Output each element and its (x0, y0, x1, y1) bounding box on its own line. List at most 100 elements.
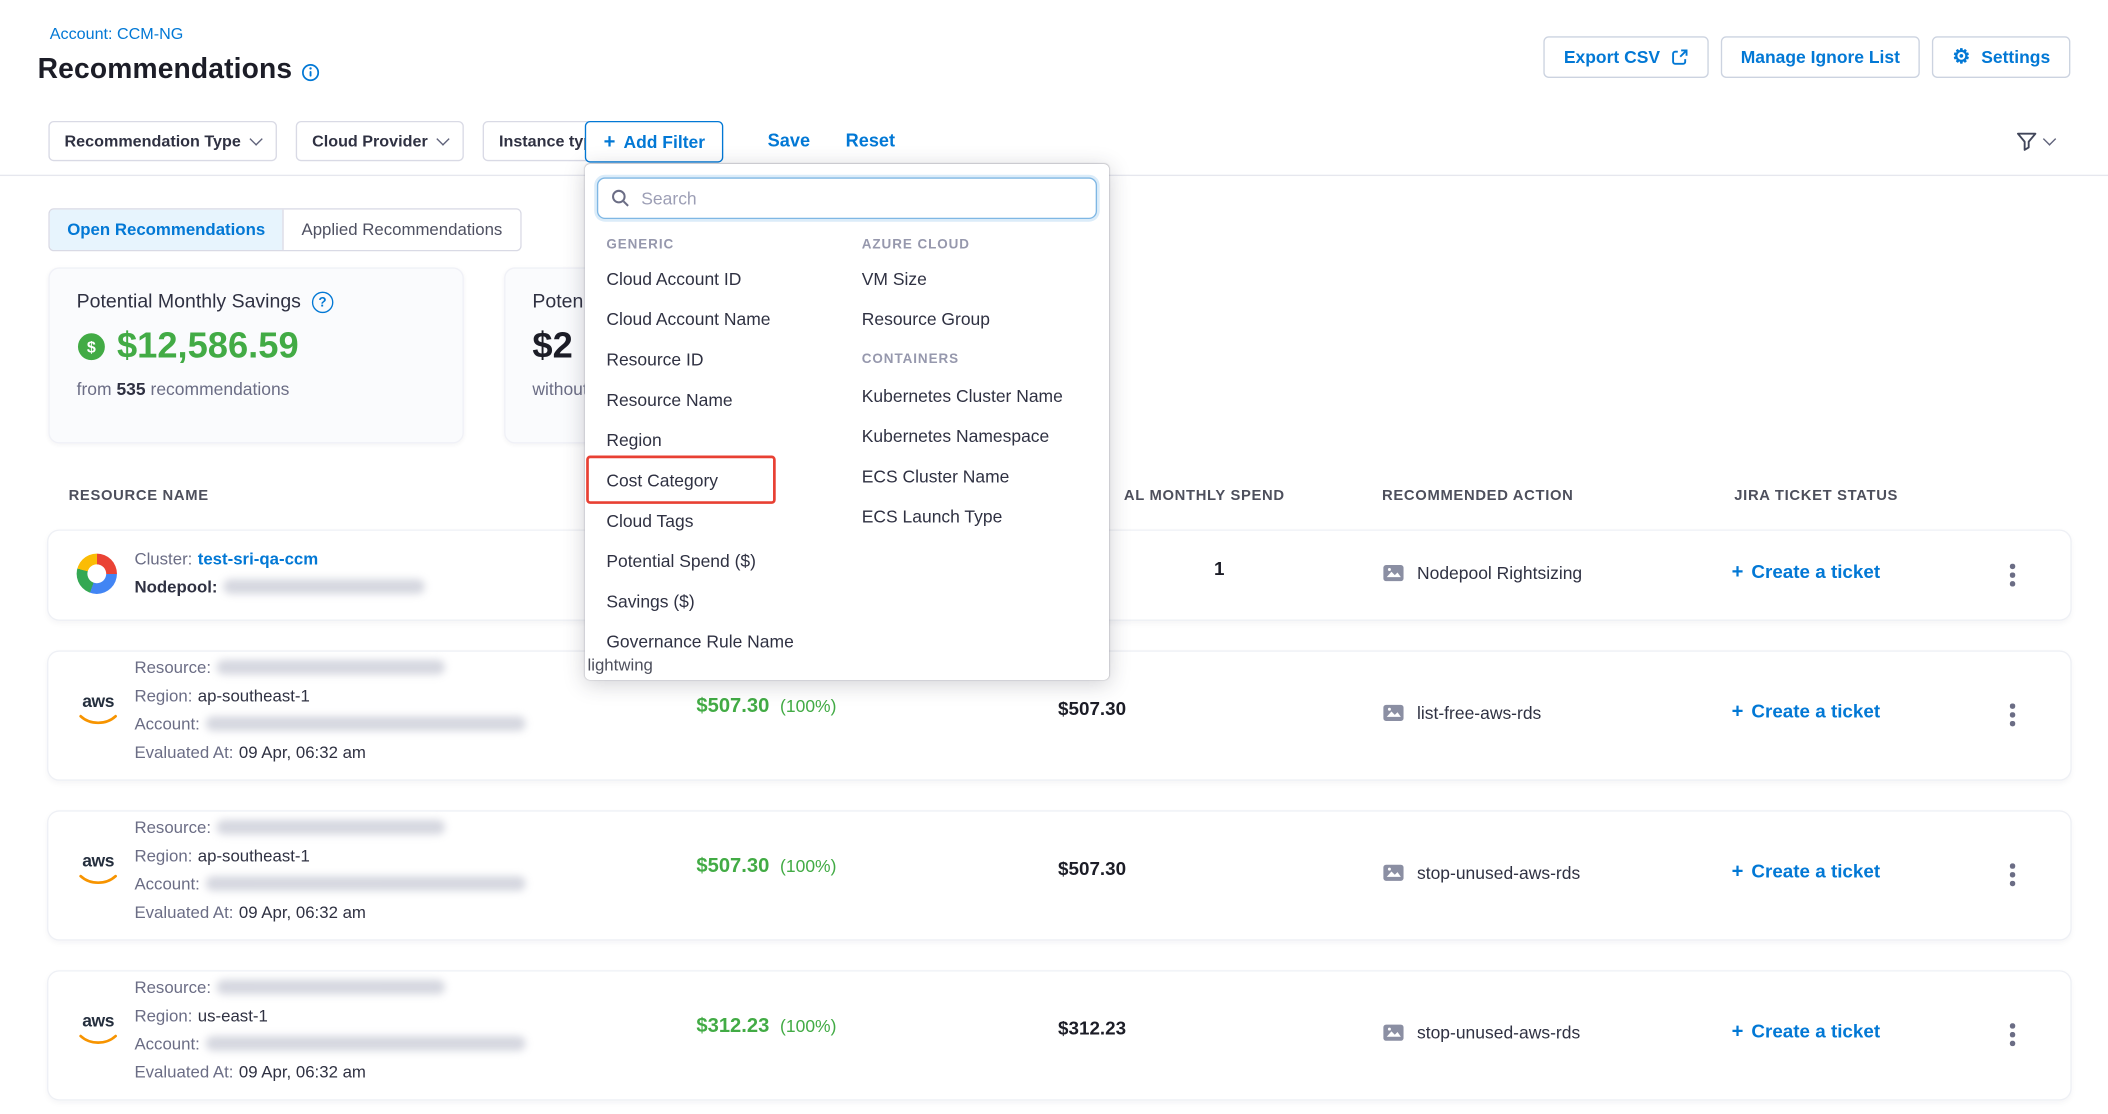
savings-value: $312.23 (696, 1015, 769, 1038)
filter-option[interactable]: Savings ($) (606, 581, 861, 621)
action-cell: Nodepool Rightsizing (1382, 563, 1582, 583)
create-ticket-button[interactable]: + Create a ticket (1732, 700, 1881, 722)
chevron-down-icon (250, 132, 263, 145)
savings-value: $12,586.59 (117, 325, 299, 367)
filter-option[interactable]: Resource Name (606, 379, 861, 419)
chip-label: Recommendation Type (65, 132, 241, 151)
col-header-jira-ticket-status: JIRA TICKET STATUS (1734, 488, 1898, 504)
savings-value: $507.30 (696, 695, 769, 718)
page-title-row: Recommendations (38, 54, 321, 86)
create-ticket-button[interactable]: + Create a ticket (1732, 1020, 1881, 1042)
filter-option[interactable]: ECS Cluster Name (862, 456, 1109, 496)
filter-option[interactable]: VM Size (862, 258, 1109, 298)
tab-applied-recommendations[interactable]: Applied Recommendations (283, 210, 520, 250)
redacted-value (216, 980, 445, 995)
action-cell: stop-unused-aws-rds (1382, 863, 1580, 883)
export-csv-label: Export CSV (1564, 47, 1660, 67)
table-row[interactable]: aws Resource: Region:us-east-1 Account: … (48, 972, 2070, 1100)
header-actions: Export CSV Manage Ignore List ⚙ Settings (1544, 36, 2071, 78)
row-menu-button[interactable] (1995, 697, 2030, 732)
create-ticket-label: Create a ticket (1751, 700, 1880, 722)
action-cell: stop-unused-aws-rds (1382, 1023, 1580, 1043)
aws-icon: aws (75, 1013, 121, 1052)
plus-icon: + (1732, 561, 1744, 581)
row-menu-button[interactable] (1995, 558, 2030, 593)
savings-percent: (100%) (780, 696, 836, 716)
manage-ignore-list-button[interactable]: Manage Ignore List (1721, 36, 1921, 78)
gear-icon: ⚙ (1952, 47, 1970, 67)
add-filter-label: Add Filter (623, 132, 705, 152)
filter-option[interactable]: Kubernetes Cluster Name (862, 375, 1109, 415)
row-menu-button[interactable] (1995, 857, 2030, 892)
spend-cell: $507.30 (1058, 697, 1126, 719)
question-icon[interactable]: ? (312, 292, 334, 314)
add-filter-button[interactable]: + Add Filter (585, 121, 724, 163)
info-icon[interactable] (302, 62, 321, 81)
svg-text:$: $ (87, 338, 96, 356)
action-label: list-free-aws-rds (1417, 703, 1541, 723)
account-label: Account: (134, 715, 199, 734)
redacted-value (205, 876, 525, 891)
spend-cell: 1 (1214, 558, 1224, 580)
save-filter-button[interactable]: Save (768, 130, 810, 150)
filter-search-input[interactable] (597, 177, 1097, 219)
recommendations-tabbar: Open Recommendations Applied Recommendat… (48, 208, 521, 251)
create-ticket-button[interactable]: + Create a ticket (1732, 560, 1881, 582)
manage-ignore-list-label: Manage Ignore List (1741, 47, 1900, 67)
filter-option[interactable]: ECS Launch Type (862, 496, 1109, 536)
evaluated-at-label: Evaluated At: (134, 1063, 233, 1082)
account-label: Account: (134, 875, 199, 894)
filter-option[interactable]: Resource Group (862, 298, 1109, 338)
recommendation-action-icon (1382, 863, 1405, 883)
redacted-value (223, 579, 425, 594)
redacted-value (205, 716, 525, 731)
cloud-provider-filter-chip[interactable]: Cloud Provider (296, 121, 464, 161)
spend-value-fragment: $2 (532, 325, 572, 367)
reset-filter-button[interactable]: Reset (846, 130, 895, 150)
filter-option[interactable]: Resource ID (606, 339, 861, 379)
action-cell: list-free-aws-rds (1382, 703, 1541, 723)
create-ticket-button[interactable]: + Create a ticket (1732, 860, 1881, 882)
external-link-icon (1671, 48, 1688, 65)
filter-option[interactable]: Potential Spend ($) (606, 540, 861, 580)
evaluated-at-value: 09 Apr, 06:32 am (239, 903, 366, 922)
settings-button[interactable]: ⚙ Settings (1932, 36, 2070, 78)
cluster-name-link[interactable]: test-sri-qa-ccm (198, 550, 318, 569)
savings-value: $507.30 (696, 855, 769, 878)
filter-option[interactable]: Cloud Account ID (606, 258, 861, 298)
filter-option-cost-category[interactable]: Cost Category (606, 460, 861, 500)
filter-option[interactable]: Cloud Tags (606, 500, 861, 540)
resource-label: Resource: (134, 818, 211, 837)
savings-subtext: from 535 recommendations (77, 379, 436, 399)
filter-option[interactable]: Kubernetes Namespace (862, 415, 1109, 455)
plus-icon: + (1732, 701, 1744, 721)
filter-option[interactable]: Region (606, 419, 861, 459)
action-label: Nodepool Rightsizing (1417, 563, 1582, 583)
plus-icon: + (1732, 861, 1744, 881)
recommendation-type-filter-chip[interactable]: Recommendation Type (48, 121, 277, 161)
create-ticket-label: Create a ticket (1751, 860, 1880, 882)
evaluated-at-label: Evaluated At: (134, 903, 233, 922)
region-label: Region: (134, 1006, 192, 1025)
export-csv-button[interactable]: Export CSV (1544, 36, 1709, 78)
chevron-down-icon (437, 132, 450, 145)
spend-card-title-fragment: Poten (532, 292, 583, 314)
filter-panel-button[interactable] (2015, 130, 2054, 152)
account-label: Account: (134, 1035, 199, 1054)
funnel-icon (2015, 130, 2038, 152)
recommendation-action-icon (1382, 1023, 1405, 1043)
group-heading-generic: GENERIC (606, 238, 861, 253)
filter-option[interactable]: Cloud Account Name (606, 298, 861, 338)
row-text-fragment: lightwing (587, 656, 652, 675)
nodepool-label: Nodepool: (134, 578, 217, 597)
tab-open-recommendations[interactable]: Open Recommendations (50, 210, 283, 250)
savings-card-title: Potential Monthly Savings (77, 292, 301, 314)
account-breadcrumb-link[interactable]: Account: CCM-NG (50, 24, 184, 43)
savings-percent: (100%) (780, 1016, 836, 1036)
group-heading-azure-cloud: AZURE CLOUD (862, 238, 1109, 253)
chip-label: Cloud Provider (312, 132, 428, 151)
action-label: stop-unused-aws-rds (1417, 863, 1580, 883)
table-row[interactable]: aws Resource: Region:ap-southeast-1 Acco… (48, 812, 2070, 940)
row-menu-button[interactable] (1995, 1017, 2030, 1052)
search-icon (610, 188, 630, 208)
